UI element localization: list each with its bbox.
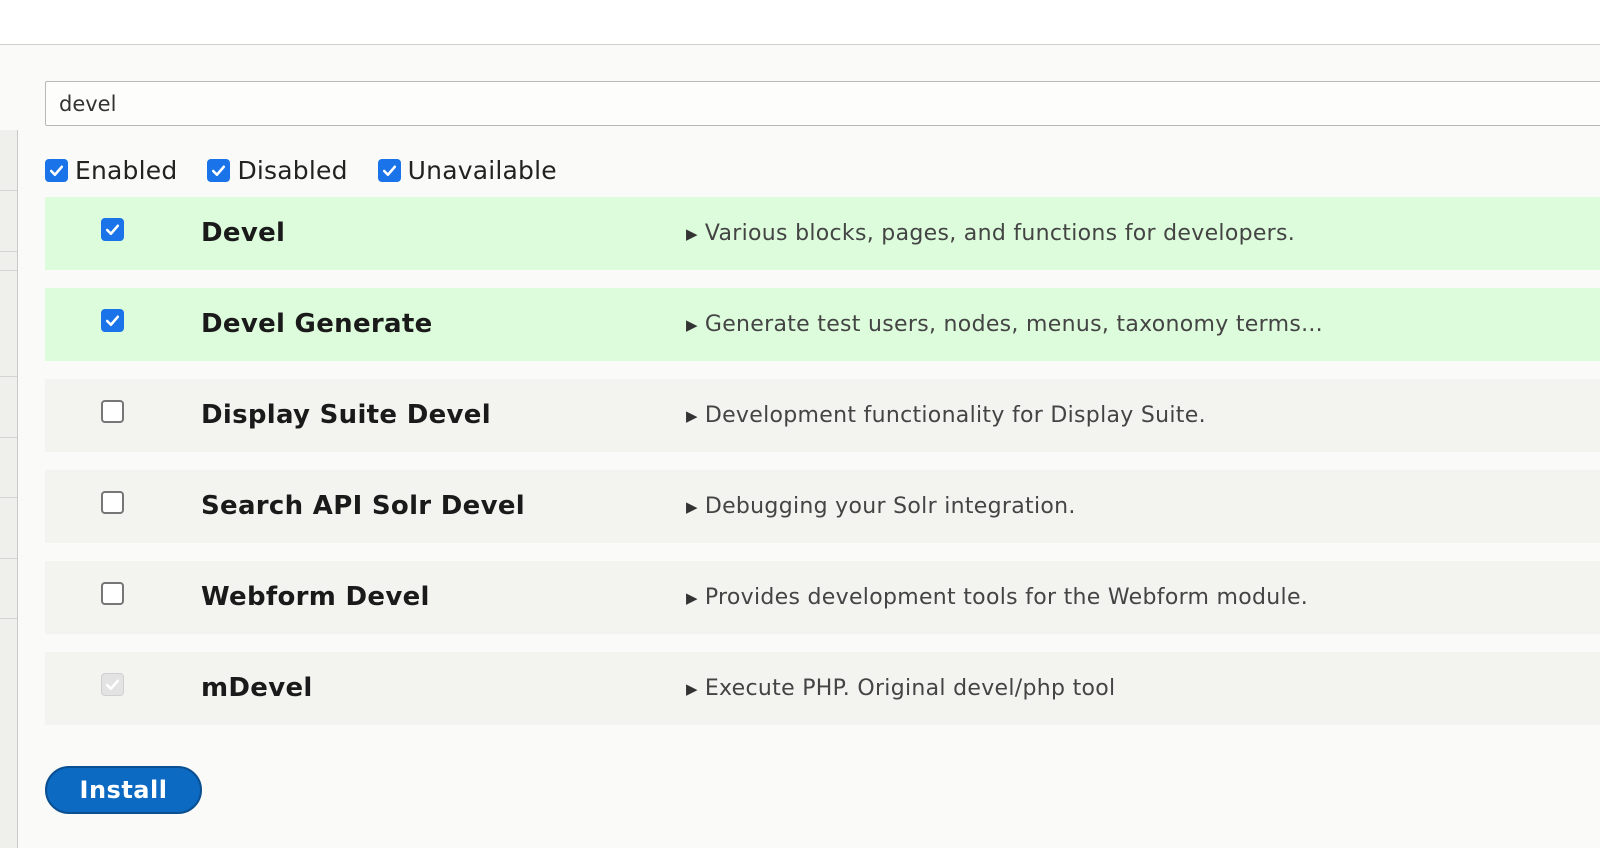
checkmark-icon — [105, 224, 120, 236]
sidebar-divider — [0, 190, 17, 191]
module-description: Provides development tools for the Webfo… — [704, 585, 1309, 610]
module-description: Debugging your Solr integration. — [704, 494, 1076, 519]
filter-enabled-checkbox[interactable] — [45, 158, 68, 182]
sidebar-divider — [0, 618, 17, 619]
module-description-toggle[interactable]: ▶ Provides development tools for the Web… — [686, 561, 1308, 634]
module-description: Development functionality for Display Su… — [704, 403, 1206, 428]
sidebar-divider — [0, 437, 17, 438]
module-name: mDevel — [201, 673, 313, 703]
triangle-right-icon: ▶ — [686, 315, 698, 334]
module-checkbox-display-suite-devel[interactable] — [101, 400, 124, 423]
module-description-toggle[interactable]: ▶ Execute PHP. Original devel/php tool — [686, 652, 1115, 725]
module-checkbox-search-api-solr-devel[interactable] — [101, 491, 124, 514]
sidebar-divider — [0, 270, 17, 271]
module-checkbox-mdevel — [101, 673, 124, 696]
left-sidebar-edge — [0, 130, 18, 848]
filter-enabled[interactable]: Enabled — [45, 156, 177, 185]
module-name: Search API Solr Devel — [201, 491, 525, 521]
filter-unavailable-checkbox[interactable] — [377, 158, 401, 182]
filter-enabled-label: Enabled — [75, 155, 178, 185]
module-row-display-suite-devel: Display Suite Devel ▶ Development functi… — [45, 379, 1600, 452]
module-checkbox-webform-devel[interactable] — [101, 582, 124, 605]
module-checkbox-devel-generate[interactable] — [101, 309, 124, 332]
filter-unavailable-label: Unavailable — [407, 155, 557, 185]
module-name: Display Suite Devel — [201, 400, 491, 430]
sidebar-divider — [0, 251, 17, 252]
status-filters: Enabled Disabled Unavailable — [45, 154, 587, 186]
triangle-right-icon: ▶ — [686, 406, 698, 425]
triangle-right-icon: ▶ — [686, 497, 698, 516]
module-description-toggle[interactable]: ▶ Generate test users, nodes, menus, tax… — [686, 288, 1323, 361]
checkmark-icon — [212, 165, 226, 176]
triangle-right-icon: ▶ — [686, 224, 698, 243]
module-description-toggle[interactable]: ▶ Various blocks, pages, and functions f… — [686, 197, 1295, 270]
module-description: Various blocks, pages, and functions for… — [704, 221, 1296, 246]
triangle-right-icon: ▶ — [686, 588, 698, 607]
sidebar-divider — [0, 558, 17, 559]
module-name: Webform Devel — [201, 582, 430, 612]
module-checkbox-devel[interactable] — [101, 218, 124, 241]
module-name: Devel — [201, 218, 286, 248]
checkmark-icon — [105, 315, 120, 327]
module-description-toggle[interactable]: ▶ Development functionality for Display … — [686, 379, 1206, 452]
module-row-devel: Devel ▶ Various blocks, pages, and funct… — [45, 197, 1600, 270]
filter-disabled-label: Disabled — [237, 155, 348, 185]
filter-disabled[interactable]: Disabled — [207, 156, 347, 185]
triangle-right-icon: ▶ — [686, 679, 698, 698]
filter-unavailable[interactable]: Unavailable — [377, 155, 557, 185]
top-bar — [0, 0, 1600, 45]
module-name: Devel Generate — [201, 309, 433, 339]
checkmark-icon — [382, 165, 396, 176]
module-description: Generate test users, nodes, menus, taxon… — [704, 312, 1323, 337]
install-button[interactable]: Install — [45, 766, 202, 814]
module-description-toggle[interactable]: ▶ Debugging your Solr integration. — [686, 470, 1076, 543]
module-row-mdevel: mDevel ▶ Execute PHP. Original devel/php… — [45, 652, 1600, 725]
sidebar-divider — [0, 376, 17, 377]
filter-disabled-checkbox[interactable] — [207, 158, 231, 182]
sidebar-divider — [0, 497, 17, 498]
module-row-search-api-solr-devel: Search API Solr Devel ▶ Debugging your S… — [45, 470, 1600, 543]
module-filter-input[interactable] — [45, 81, 1600, 126]
module-row-webform-devel: Webform Devel ▶ Provides development too… — [45, 561, 1600, 634]
module-row-devel-generate: Devel Generate ▶ Generate test users, no… — [45, 288, 1600, 361]
checkmark-icon — [105, 679, 120, 691]
checkmark-icon — [49, 165, 64, 176]
module-description: Execute PHP. Original devel/php tool — [704, 676, 1116, 701]
